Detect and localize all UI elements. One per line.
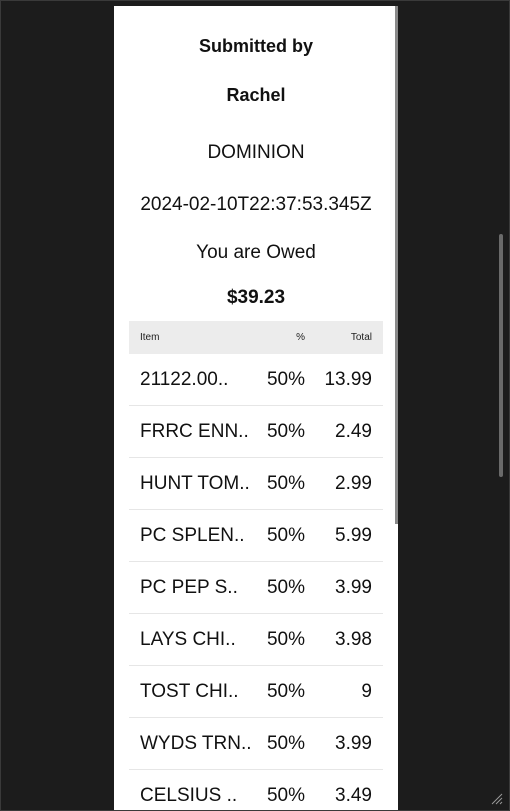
header-item: Item — [140, 332, 160, 343]
table-row[interactable]: FRRC ENN.. 50% 2.49 — [129, 406, 383, 458]
item-percent: 50% — [266, 628, 305, 650]
panel-scrollbar[interactable] — [395, 6, 398, 524]
receipt-timestamp: 2024-02-10T22:37:53.345Z — [140, 194, 372, 215]
item-percent: 50% — [266, 524, 305, 546]
item-name: PC SPLEN.. — [140, 524, 245, 546]
table-row[interactable]: HUNT TOM.. 50% 2.99 — [129, 458, 383, 510]
table-row[interactable]: PC SPLEN.. 50% 5.99 — [129, 510, 383, 562]
item-name: WYDS TRN.. — [140, 732, 252, 754]
header-percent: % — [296, 332, 305, 343]
item-percent: 50% — [266, 732, 305, 754]
item-name: HUNT TOM.. — [140, 472, 250, 494]
item-total: 3.99 — [335, 732, 372, 754]
item-percent: 50% — [266, 472, 305, 494]
item-total: 2.99 — [335, 472, 372, 494]
table-row[interactable]: WYDS TRN.. 50% 3.99 — [129, 718, 383, 770]
store-name: DOMINION — [207, 142, 305, 163]
table-header: Item % Total — [129, 321, 383, 354]
item-total: 3.98 — [335, 628, 372, 650]
item-total: 2.49 — [335, 420, 372, 442]
item-percent: 50% — [266, 576, 305, 598]
item-name: TOST CHI.. — [140, 680, 239, 702]
item-percent: 50% — [266, 784, 305, 806]
window-scrollbar[interactable] — [499, 234, 503, 477]
submitter-name: Rachel — [226, 85, 286, 105]
header-total: Total — [350, 332, 372, 343]
app-window: Submitted by Rachel DOMINION 2024-02-10T… — [0, 0, 510, 811]
table-row[interactable]: TOST CHI.. 50% 9 — [129, 666, 383, 718]
item-name: 21122.00.. — [140, 368, 229, 390]
items-table: Item % Total 21122.00.. 50% 13.99 FRRC E… — [129, 321, 383, 810]
item-name: CELSIUS .. — [140, 784, 238, 806]
item-name: PC PEP S.. — [140, 576, 238, 598]
owed-amount: $39.23 — [226, 287, 286, 308]
item-percent: 50% — [266, 680, 305, 702]
table-row[interactable]: LAYS CHI.. 50% 3.98 — [129, 614, 383, 666]
submitted-by-label: Submitted by — [198, 36, 313, 56]
item-percent: 50% — [266, 420, 305, 442]
owed-label: You are Owed — [196, 242, 316, 263]
item-total: 3.49 — [335, 784, 372, 806]
table-row[interactable]: 21122.00.. 50% 13.99 — [129, 354, 383, 406]
item-total: 13.99 — [324, 368, 372, 390]
resize-grip-icon[interactable] — [491, 792, 503, 805]
table-row[interactable]: PC PEP S.. 50% 3.99 — [129, 562, 383, 614]
item-total: 5.99 — [335, 524, 372, 546]
item-total: 9 — [361, 680, 372, 702]
item-name: LAYS CHI.. — [140, 628, 236, 650]
item-name: FRRC ENN.. — [140, 420, 249, 442]
table-row[interactable]: CELSIUS .. 50% 3.49 — [129, 770, 383, 810]
receipt-panel[interactable]: Submitted by Rachel DOMINION 2024-02-10T… — [114, 6, 398, 810]
item-percent: 50% — [266, 368, 305, 390]
item-total: 3.99 — [335, 576, 372, 598]
